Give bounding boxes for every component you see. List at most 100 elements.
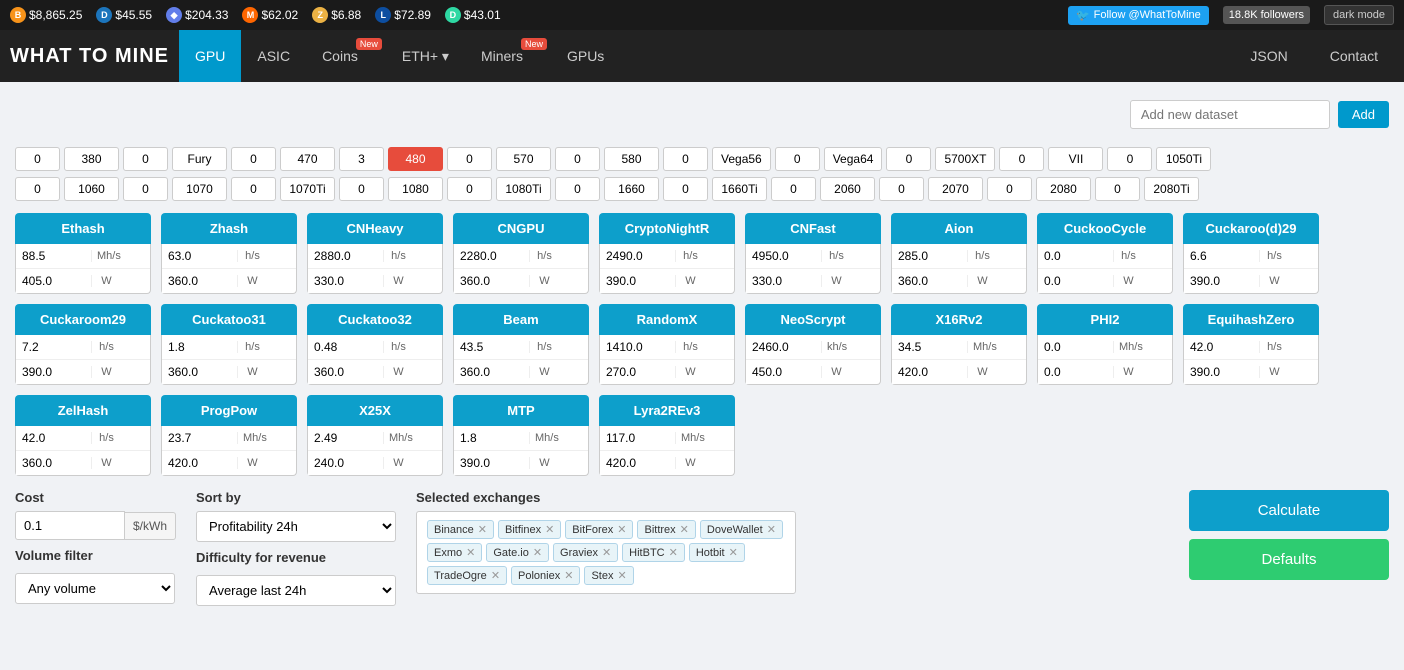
remove-exchange-icon[interactable]: ✕ — [533, 546, 542, 559]
gpu-num-1070[interactable] — [123, 177, 168, 201]
gpu-num-Fury[interactable] — [123, 147, 168, 171]
exchange-tag-tradeogre[interactable]: TradeOgre ✕ — [427, 566, 507, 585]
sort-select[interactable]: Profitability 24h — [196, 511, 396, 542]
nav-gpu[interactable]: GPU — [179, 30, 241, 82]
gpu-num-Vega56[interactable] — [663, 147, 708, 171]
gpu-num-380[interactable] — [15, 147, 60, 171]
remove-exchange-icon[interactable]: ✕ — [602, 546, 611, 559]
exchange-tag-hotbit[interactable]: Hotbit ✕ — [689, 543, 745, 562]
algo-hashrate-cnheavy[interactable] — [308, 244, 383, 268]
algo-power-mtp[interactable] — [454, 451, 529, 475]
algo-btn-cuckatoo32[interactable]: Cuckatoo32 — [307, 304, 443, 335]
gpu-num-570[interactable] — [447, 147, 492, 171]
remove-exchange-icon[interactable]: ✕ — [478, 523, 487, 536]
nav-gpus[interactable]: GPUs — [551, 30, 620, 82]
algo-btn-phi2[interactable]: PHI2 — [1037, 304, 1173, 335]
remove-exchange-icon[interactable]: ✕ — [466, 546, 475, 559]
remove-exchange-icon[interactable]: ✕ — [545, 523, 554, 536]
algo-btn-beam[interactable]: Beam — [453, 304, 589, 335]
algo-power-cryptonightr[interactable] — [600, 269, 675, 293]
algo-power-cngpu[interactable] — [454, 269, 529, 293]
gpu-num-1050Ti[interactable] — [1107, 147, 1152, 171]
exchange-tag-poloniex[interactable]: Poloniex ✕ — [511, 566, 580, 585]
exchange-tag-dovewallet[interactable]: DoveWallet ✕ — [700, 520, 783, 539]
algo-power-zhash[interactable] — [162, 269, 237, 293]
algo-hashrate-lyra2rev3[interactable] — [600, 426, 675, 450]
gpu-num-1080Ti[interactable] — [447, 177, 492, 201]
algo-power-randomx[interactable] — [600, 360, 675, 384]
algo-btn-mtp[interactable]: MTP — [453, 395, 589, 426]
exchange-tag-bitforex[interactable]: BitForex ✕ — [565, 520, 633, 539]
algo-btn-cuckaroom29[interactable]: Cuckaroom29 — [15, 304, 151, 335]
remove-exchange-icon[interactable]: ✕ — [669, 546, 678, 559]
gpu-num-1080[interactable] — [339, 177, 384, 201]
nav-json[interactable]: JSON — [1234, 30, 1303, 82]
difficulty-select[interactable]: Average last 24h — [196, 575, 396, 606]
algo-hashrate-beam[interactable] — [454, 335, 529, 359]
algo-hashrate-cngpu[interactable] — [454, 244, 529, 268]
algo-btn-cuckatoo31[interactable]: Cuckatoo31 — [161, 304, 297, 335]
exchange-tag-exmo[interactable]: Exmo ✕ — [427, 543, 482, 562]
remove-exchange-icon[interactable]: ✕ — [767, 523, 776, 536]
algo-btn-cuckoocycle[interactable]: CuckooCycle — [1037, 213, 1173, 244]
algo-power-phi2[interactable] — [1038, 360, 1113, 384]
gpu-num-2080[interactable] — [987, 177, 1032, 201]
algo-power-cnfast[interactable] — [746, 269, 821, 293]
gpu-num-1660[interactable] — [555, 177, 600, 201]
algo-hashrate-cnfast[interactable] — [746, 244, 821, 268]
algo-power-x25x[interactable] — [308, 451, 383, 475]
algo-hashrate-phi2[interactable] — [1038, 335, 1113, 359]
gpu-num-1070Ti[interactable] — [231, 177, 276, 201]
algo-power-cuckatoo31[interactable] — [162, 360, 237, 384]
defaults-button[interactable]: Defaults — [1189, 539, 1389, 580]
algo-hashrate-equihashzero[interactable] — [1184, 335, 1259, 359]
algo-btn-cnheavy[interactable]: CNHeavy — [307, 213, 443, 244]
algo-power-neoscrypt[interactable] — [746, 360, 821, 384]
gpu-num-480[interactable] — [339, 147, 384, 171]
remove-exchange-icon[interactable]: ✕ — [617, 523, 626, 536]
gpu-num-2080Ti[interactable] — [1095, 177, 1140, 201]
gpu-num-2060[interactable] — [771, 177, 816, 201]
exchange-tag-graviex[interactable]: Graviex ✕ — [553, 543, 618, 562]
algo-btn-lyra2rev3[interactable]: Lyra2REv3 — [599, 395, 735, 426]
algo-hashrate-cuckaroom29[interactable] — [16, 335, 91, 359]
algo-hashrate-cuckoocycle[interactable] — [1038, 244, 1113, 268]
algo-hashrate-x16rv2[interactable] — [892, 335, 967, 359]
exchange-tag-stex[interactable]: Stex ✕ — [584, 566, 633, 585]
remove-exchange-icon[interactable]: ✕ — [564, 569, 573, 582]
gpu-num-VII[interactable] — [999, 147, 1044, 171]
algo-btn-cuckarood29[interactable]: Cuckaroo(d)29 — [1183, 213, 1319, 244]
algo-btn-x25x[interactable]: X25X — [307, 395, 443, 426]
exchange-tag-gate.io[interactable]: Gate.io ✕ — [486, 543, 549, 562]
remove-exchange-icon[interactable]: ✕ — [617, 569, 626, 582]
algo-btn-cryptonightr[interactable]: CryptoNightR — [599, 213, 735, 244]
exchange-tag-binance[interactable]: Binance ✕ — [427, 520, 494, 539]
gpu-num-2070[interactable] — [879, 177, 924, 201]
nav-eth-plus[interactable]: ETH+ ▾ — [386, 30, 465, 82]
algo-hashrate-cryptonightr[interactable] — [600, 244, 675, 268]
nav-miners[interactable]: Miners New — [465, 30, 551, 82]
algo-power-lyra2rev3[interactable] — [600, 451, 675, 475]
algo-hashrate-mtp[interactable] — [454, 426, 529, 450]
algo-hashrate-ethash[interactable] — [16, 244, 91, 268]
algo-power-cnheavy[interactable] — [308, 269, 383, 293]
cost-input[interactable] — [15, 511, 125, 540]
algo-btn-cngpu[interactable]: CNGPU — [453, 213, 589, 244]
algo-btn-zhash[interactable]: Zhash — [161, 213, 297, 244]
algo-btn-progpow[interactable]: ProgPow — [161, 395, 297, 426]
algo-hashrate-x25x[interactable] — [308, 426, 383, 450]
algo-power-ethash[interactable] — [16, 269, 91, 293]
dark-mode-button[interactable]: dark mode — [1324, 5, 1394, 25]
algo-hashrate-zelhash[interactable] — [16, 426, 91, 450]
follow-button[interactable]: 🐦 Follow @WhatToMine — [1068, 6, 1209, 25]
algo-btn-neoscrypt[interactable]: NeoScrypt — [745, 304, 881, 335]
algo-btn-equihashzero[interactable]: EquihashZero — [1183, 304, 1319, 335]
algo-power-progpow[interactable] — [162, 451, 237, 475]
remove-exchange-icon[interactable]: ✕ — [729, 546, 738, 559]
algo-power-cuckarood29[interactable] — [1184, 269, 1259, 293]
exchange-tag-bitfinex[interactable]: Bitfinex ✕ — [498, 520, 561, 539]
volume-select[interactable]: Any volume — [15, 573, 175, 604]
gpu-num-580[interactable] — [555, 147, 600, 171]
algo-btn-ethash[interactable]: Ethash — [15, 213, 151, 244]
algo-power-cuckatoo32[interactable] — [308, 360, 383, 384]
